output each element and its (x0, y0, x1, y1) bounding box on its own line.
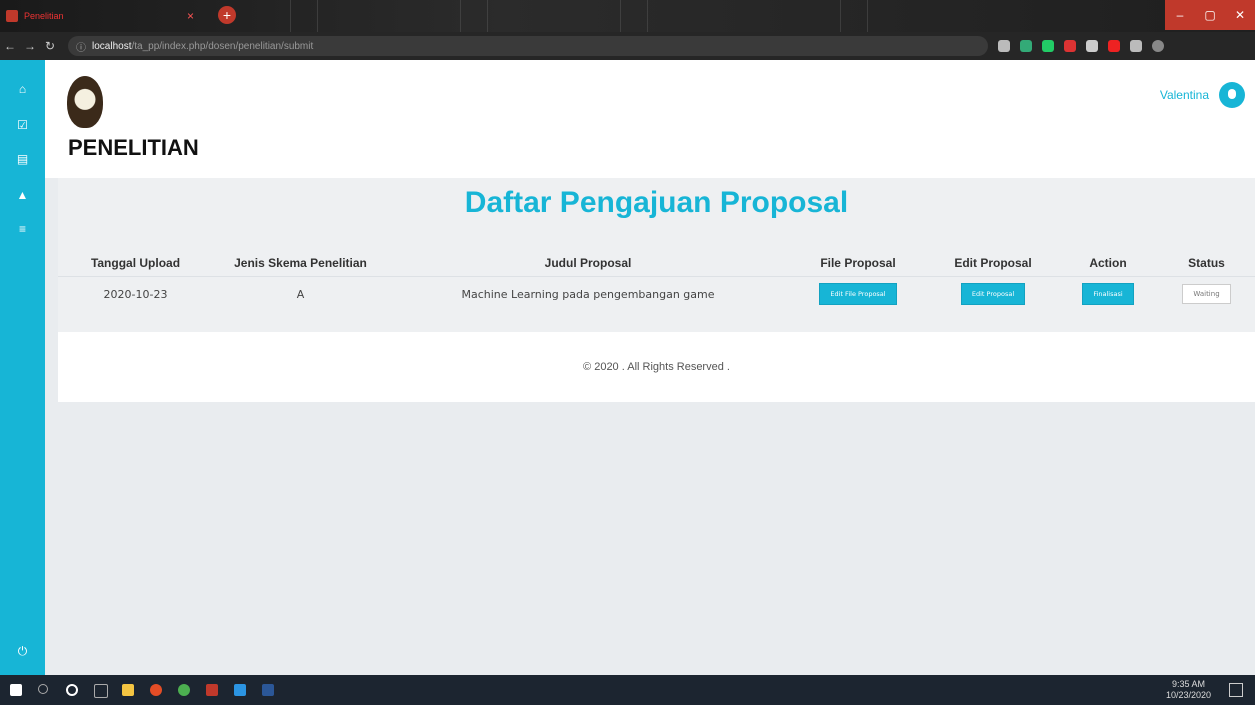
page-heading: PENELITIAN (68, 135, 199, 160)
browser-address-bar: ← → ↻ ⓘ localhost /ta_pp/index.php/dosen… (0, 32, 1255, 60)
user-name[interactable]: Valentina (1160, 88, 1209, 102)
edit-file-proposal-button[interactable]: Edit File Proposal (819, 283, 897, 305)
clock-time: 9:35 AM (1171, 679, 1205, 689)
search-icon[interactable] (38, 684, 48, 694)
os-taskbar: 9:35 AM 10/23/2020 (0, 675, 1255, 705)
power-icon[interactable]: ⏻ (0, 640, 45, 662)
tab-favicon-icon (6, 10, 18, 22)
tab-close-icon[interactable]: × (187, 9, 194, 23)
url-host: localhost (92, 40, 132, 52)
checklist-icon[interactable]: ☑ (0, 114, 45, 136)
notification-icon[interactable] (1229, 683, 1243, 697)
app-icon[interactable] (206, 684, 218, 696)
status-button[interactable]: Waiting (1182, 284, 1231, 304)
edit-proposal-button[interactable]: Edit Proposal (960, 283, 1026, 305)
proposal-table: Tanggal Upload Jenis Skema Penelitian Ju… (58, 250, 1255, 311)
forward-icon[interactable]: → (20, 39, 40, 53)
home-icon[interactable]: ⌂ (0, 78, 45, 100)
sidebar: ⌂ ☑ ▤ ▲ ≡ ⏻ (0, 60, 45, 675)
maximize-button[interactable]: ▢ (1195, 0, 1225, 30)
cortana-icon[interactable] (66, 684, 78, 696)
column-header: Tanggal Upload (58, 250, 213, 277)
browser-tab-strip: Penelitian × + – ▢ ✕ (0, 0, 1255, 32)
finalize-button[interactable]: Finalisasi (1082, 283, 1134, 305)
column-header: Jenis Skema Penelitian (213, 250, 388, 277)
xampp-icon[interactable] (178, 684, 190, 696)
puzzle-icon[interactable] (1130, 40, 1142, 52)
university-logo (67, 76, 103, 128)
window-controls: – ▢ ✕ (1165, 0, 1255, 30)
file-proposal-cell: Edit File Proposal (788, 277, 928, 312)
extension-bar (998, 40, 1164, 52)
column-header: File Proposal (788, 250, 928, 277)
user-avatar-icon[interactable] (1219, 82, 1245, 108)
tab-title: Penelitian (24, 11, 64, 21)
reload-icon[interactable]: ↻ (40, 39, 60, 53)
windows-start-icon[interactable] (10, 684, 22, 696)
minimize-button[interactable]: – (1165, 0, 1195, 30)
background-decoration (290, 0, 318, 32)
user-menu[interactable]: Valentina (1160, 82, 1245, 108)
extension-icon[interactable] (1064, 40, 1076, 52)
extension-icon[interactable] (1042, 40, 1054, 52)
extension-icon[interactable] (1086, 40, 1098, 52)
document-icon[interactable]: ▤ (0, 148, 45, 170)
star-icon[interactable] (998, 40, 1010, 52)
background-decoration (840, 0, 868, 32)
background-decoration (620, 0, 648, 32)
close-window-button[interactable]: ✕ (1225, 0, 1255, 30)
edit-proposal-cell: Edit Proposal (928, 277, 1058, 312)
task-view-icon[interactable] (94, 684, 108, 698)
extension-icon[interactable] (1020, 40, 1032, 52)
proposal-list-panel: Daftar Pengajuan Proposal Tanggal Upload… (58, 178, 1255, 333)
chrome-icon[interactable] (150, 684, 162, 696)
table-header-row: Tanggal Upload Jenis Skema Penelitian Ju… (58, 250, 1255, 277)
profile-icon[interactable] (1152, 40, 1164, 52)
background-decoration (460, 0, 488, 32)
page-header: PENELITIAN Valentina (45, 60, 1255, 178)
scheme-cell: A (296, 287, 305, 301)
panel-title: Daftar Pengajuan Proposal (464, 186, 849, 219)
column-header: Edit Proposal (928, 250, 1058, 277)
list-icon[interactable]: ≡ (0, 218, 45, 240)
new-tab-button[interactable]: + (218, 6, 236, 24)
vscode-icon[interactable] (234, 684, 246, 696)
proposal-title-cell: Machine Learning pada pengembangan game (461, 287, 715, 301)
browser-tab[interactable]: Penelitian × (6, 4, 200, 28)
table-row: 2020-10-23 A Machine Learning pada penge… (58, 277, 1255, 312)
extension-icon[interactable] (1108, 40, 1120, 52)
upload-date-cell: 2020-10-23 (103, 287, 168, 301)
url-path: /ta_pp/index.php/dosen/penelitian/submit (131, 40, 314, 52)
column-header: Action (1058, 250, 1158, 277)
site-info-icon[interactable]: ⓘ (76, 39, 86, 54)
page-footer: © 2020 . All Rights Reserved . (58, 332, 1255, 402)
action-cell: Finalisasi (1058, 277, 1158, 312)
column-header: Judul Proposal (388, 250, 788, 277)
file-explorer-icon[interactable] (122, 684, 134, 696)
column-header: Status (1158, 250, 1255, 277)
warning-icon[interactable]: ▲ (0, 184, 45, 206)
back-icon[interactable]: ← (0, 39, 20, 53)
word-icon[interactable] (262, 684, 274, 696)
clock-date: 10/23/2020 (1165, 690, 1211, 700)
url-field[interactable]: ⓘ localhost /ta_pp/index.php/dosen/penel… (68, 36, 988, 56)
main-area: PENELITIAN Valentina Daftar Pengajuan Pr… (45, 60, 1255, 675)
status-cell: Waiting (1158, 277, 1255, 312)
system-clock[interactable]: 9:35 AM 10/23/2020 (1166, 679, 1211, 701)
